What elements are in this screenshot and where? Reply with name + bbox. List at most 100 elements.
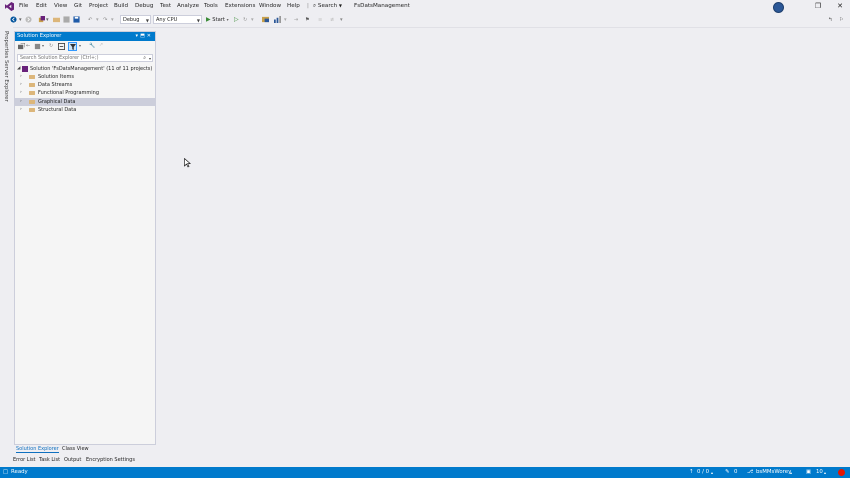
close-icon[interactable]: ✕ (834, 2, 846, 11)
tree-item-label: Solution Items (38, 74, 74, 80)
chevron-right-icon[interactable]: › (20, 81, 22, 89)
chevron-up-icon[interactable]: ▴ (790, 470, 792, 475)
solution-explorer-toolbar: ← ▾ ↻ ▾ 🔧 ↗ (15, 41, 155, 52)
tab-solution-explorer[interactable]: Solution Explorer (16, 446, 59, 453)
repository-count[interactable]: 10 (816, 469, 823, 475)
chevron-down-icon[interactable]: ▾ (111, 17, 114, 23)
collapse-all-icon[interactable] (58, 43, 65, 50)
line-col-indicator[interactable]: 0 / 0 (697, 469, 709, 475)
chevron-down-icon[interactable]: ▾ (149, 55, 151, 62)
menu-extensions[interactable]: Extensions (225, 3, 255, 9)
uncomment-icon[interactable]: ≢ (330, 17, 334, 23)
show-all-files-button[interactable] (68, 42, 77, 51)
tab-class-view[interactable]: Class View (62, 446, 89, 452)
vs-logo-icon[interactable] (5, 2, 14, 11)
tab-properties[interactable]: Properties (3, 31, 9, 58)
new-project-icon[interactable] (38, 16, 45, 23)
expanded-arrow-icon[interactable]: ◢ (17, 65, 20, 73)
tree-item-solution[interactable]: ◢ Solution 'FsDatsManagement' (11 of 11 … (15, 65, 155, 73)
tree-item-data-streams[interactable]: › Data Streams (15, 81, 155, 89)
folder-icon (29, 75, 35, 79)
pending-edits[interactable]: 0 (734, 469, 737, 475)
chevron-down-icon[interactable]: ▾ (251, 17, 254, 23)
menu-help[interactable]: Help (287, 3, 300, 9)
preview-icon[interactable]: ↗ (99, 42, 103, 48)
tab-server-explorer[interactable]: Server Explorer (3, 60, 9, 102)
menu-git[interactable]: Git (74, 3, 82, 9)
bookmark-icon[interactable]: ⚑ (305, 17, 310, 23)
notifications-icon[interactable] (838, 469, 845, 476)
tab-output[interactable]: Output (64, 457, 81, 463)
search-button[interactable]: ⌕ Search ▼ (313, 3, 342, 10)
refresh-icon[interactable]: ↻ (243, 17, 247, 23)
configuration-select[interactable]: Debug ▼ (120, 15, 151, 24)
chevron-up-icon[interactable]: ▴ (711, 470, 713, 475)
chevron-down-icon[interactable]: ▾ (284, 17, 287, 23)
comment-icon[interactable]: ≡ (318, 17, 322, 23)
menu-debug[interactable]: Debug (135, 3, 153, 9)
menu-window[interactable]: Window (259, 3, 281, 9)
tab-error-list[interactable]: Error List (13, 457, 36, 463)
chevron-down-icon[interactable]: ▾ (19, 17, 22, 23)
toolbar-overflow-icon[interactable]: ▾ (340, 17, 343, 23)
close-panel-icon[interactable]: ✕ (147, 33, 153, 39)
status-indicator-icon: □ (3, 469, 9, 475)
back-icon[interactable] (10, 16, 17, 23)
menu-project[interactable]: Project (89, 3, 108, 9)
status-bar: □ Ready ↑ 0 / 0 ▴ ✎ 0 ⎇ bsMMsWorey ▴ ▣ 1… (0, 467, 850, 478)
chevron-right-icon[interactable]: › (20, 106, 22, 114)
start-without-debugging-icon[interactable]: ▷ (234, 16, 239, 23)
menu-file[interactable]: File (19, 3, 28, 9)
tab-encryption-settings[interactable]: Encryption Settings (86, 457, 135, 463)
save-all-icon[interactable] (73, 16, 80, 23)
start-label: Start (212, 17, 225, 23)
branch-name[interactable]: bsMMsWorey (756, 469, 791, 475)
chevron-right-icon[interactable]: › (20, 73, 22, 81)
tree-item-solution-items[interactable]: › Solution Items (15, 73, 155, 81)
chevron-down-icon[interactable]: ▾ (46, 17, 49, 23)
sync-icon[interactable] (34, 43, 41, 50)
properties-wrench-icon[interactable]: 🔧 (89, 43, 95, 49)
folder-icon (29, 91, 35, 95)
restore-icon[interactable]: ❐ (812, 2, 824, 11)
tree-item-structural-data[interactable]: › Structural Data (15, 106, 155, 114)
chevron-right-icon[interactable]: › (20, 98, 22, 106)
redo-icon[interactable]: ↷ (103, 17, 107, 23)
side-tool-tabs: Properties Server Explorer (0, 27, 13, 467)
menu-test[interactable]: Test (160, 3, 171, 9)
mouse-cursor-icon (184, 158, 191, 168)
tree-item-functional-programming[interactable]: › Functional Programming (15, 89, 155, 97)
search-placeholder: Search Solution Explorer (Ctrl+;) (20, 56, 99, 61)
menu-view[interactable]: View (54, 3, 67, 9)
browser-link-icon[interactable] (262, 16, 269, 23)
search-icon: ⌕ (313, 3, 317, 9)
menu-build[interactable]: Build (114, 3, 128, 9)
pin-icon[interactable]: ⬒ (140, 33, 147, 39)
undo-icon[interactable]: ↶ (88, 17, 92, 23)
chevron-up-icon[interactable]: ▴ (824, 470, 826, 475)
step-icon[interactable]: ⇥ (294, 17, 298, 23)
tree-item-graphical-data[interactable]: › Graphical Data (15, 98, 155, 106)
tree-item-label: Solution 'FsDatsManagement' (11 of 11 pr… (30, 66, 153, 72)
start-button[interactable]: ▶ Start ▾ (206, 16, 229, 24)
account-avatar-icon[interactable] (773, 2, 784, 13)
menu-analyze[interactable]: Analyze (177, 3, 199, 9)
open-folder-icon[interactable] (53, 16, 60, 23)
switch-views-icon[interactable] (18, 43, 25, 50)
forward-icon[interactable] (25, 16, 32, 23)
diagnostics-icon[interactable] (274, 16, 281, 23)
save-icon[interactable] (63, 16, 70, 23)
feedback-icon[interactable]: ⚐ (839, 17, 844, 23)
back-icon[interactable]: ← (26, 43, 30, 49)
chevron-right-icon[interactable]: › (20, 89, 22, 97)
menu-tools[interactable]: Tools (204, 3, 218, 9)
solution-search-input[interactable]: Search Solution Explorer (Ctrl+;) ⌕ ▾ (17, 54, 153, 62)
chevron-down-icon[interactable]: ▾ (96, 17, 99, 23)
tab-task-list[interactable]: Task List (39, 457, 60, 463)
platform-select[interactable]: Any CPU ▼ (153, 15, 202, 24)
chevron-down-icon[interactable]: ▾ (42, 43, 44, 48)
chevron-down-icon[interactable]: ▾ (79, 43, 81, 48)
refresh-icon[interactable]: ↻ (49, 43, 53, 49)
share-icon[interactable]: ↰ (828, 17, 832, 23)
menu-edit[interactable]: Edit (36, 3, 47, 9)
